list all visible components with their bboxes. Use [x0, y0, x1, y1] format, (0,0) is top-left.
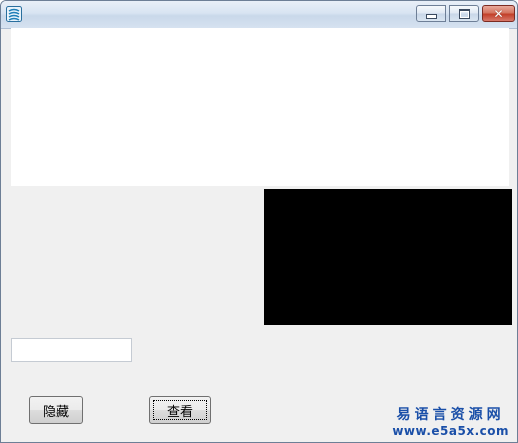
close-icon: ✕ [493, 6, 504, 21]
view-button[interactable]: 查看 [149, 396, 211, 424]
main-text-area[interactable] [11, 28, 509, 186]
watermark-site-name: 易语言资源网 [396, 407, 505, 423]
watermark-url: www.e5a5x.com [392, 424, 509, 438]
minimize-icon [425, 14, 437, 19]
minimize-button[interactable] [416, 5, 446, 22]
watermark: 易语言资源网 www.e5a5x.com [392, 407, 509, 438]
view-button-label: 查看 [166, 404, 193, 420]
main-window: ✕ 隐藏 查看 易语言资源网 www.e5a5x.com [0, 0, 518, 443]
title-bar[interactable]: ✕ [1, 1, 517, 29]
app-logo-icon[interactable] [6, 6, 22, 22]
maximize-button[interactable] [449, 5, 479, 22]
close-button[interactable]: ✕ [482, 5, 515, 22]
hide-button-label: 隐藏 [42, 404, 69, 420]
hide-button[interactable]: 隐藏 [29, 396, 83, 424]
small-text-input[interactable] [11, 338, 132, 362]
black-display-panel [264, 189, 512, 325]
maximize-icon [458, 8, 470, 19]
